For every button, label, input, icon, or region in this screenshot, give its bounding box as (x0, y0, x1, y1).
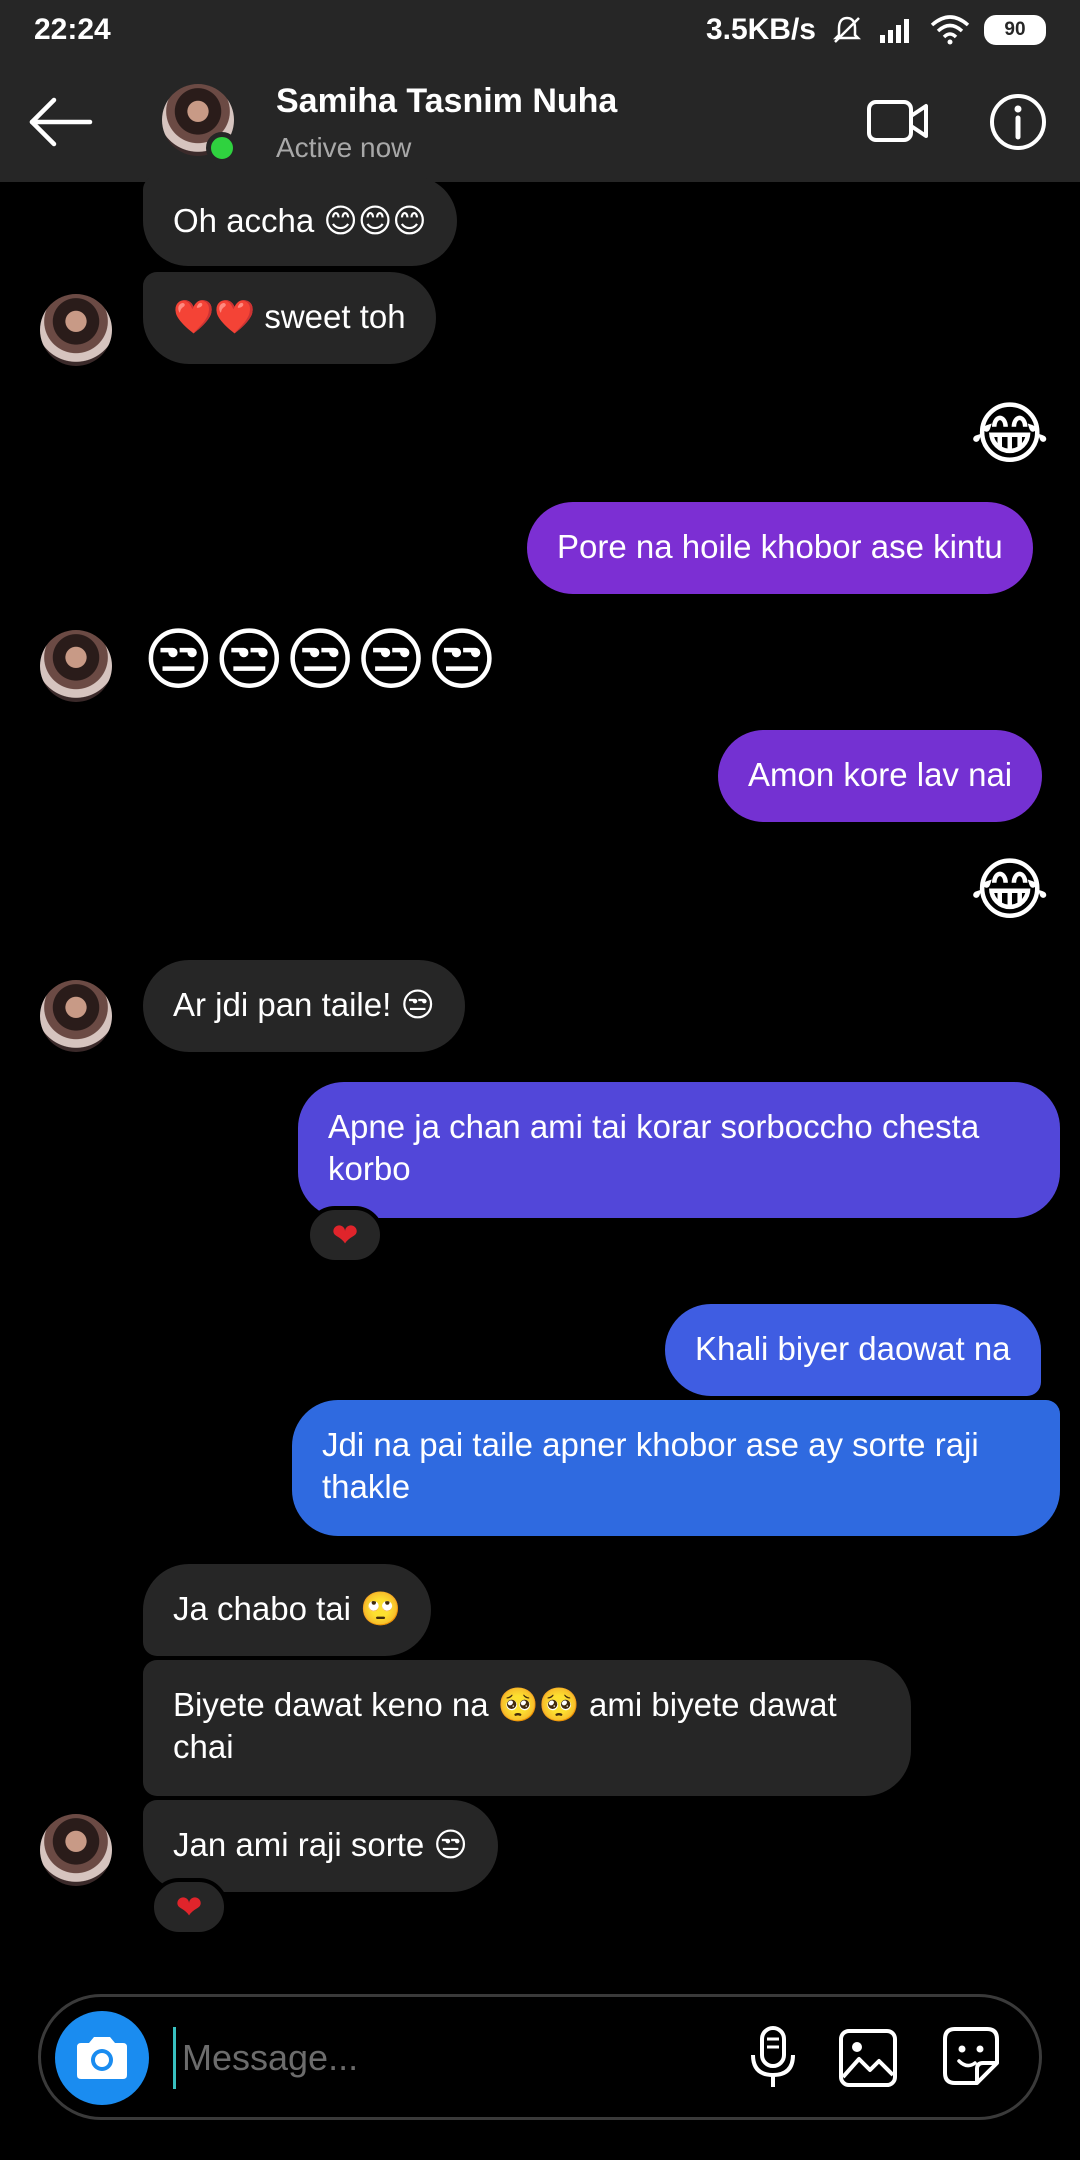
message-bubble[interactable]: Jdi na pai taile apner khobor ase ay sor… (292, 1400, 1060, 1536)
status-bar: 22:24 3.5KB/s 90 (0, 0, 1080, 60)
message-bubble[interactable]: Khali biyer daowat na (665, 1304, 1041, 1396)
chat-header: Samiha Tasnim Nuha Active now (0, 60, 1080, 182)
heart-reaction[interactable]: ❤ (306, 1206, 384, 1264)
message-bubble[interactable]: ❤️❤️ sweet toh (143, 272, 436, 364)
video-call-icon[interactable] (866, 96, 930, 146)
contact-status: Active now (276, 132, 412, 163)
heart-reaction[interactable]: ❤ (150, 1878, 228, 1936)
avatar[interactable] (40, 1814, 112, 1886)
battery-icon: 90 (984, 15, 1046, 45)
avatar[interactable] (40, 980, 112, 1052)
avatar[interactable] (40, 294, 112, 366)
emoji-message[interactable]: 😂 (970, 850, 1049, 930)
status-icons: 3.5KB/s 90 (706, 13, 1046, 47)
network-speed: 3.5KB/s (705, 13, 816, 46)
message-bubble[interactable]: Ar jdi pan taile! 😒 (143, 960, 465, 1052)
message-bubble[interactable]: Ja chabo tai 🙄 (143, 1564, 432, 1656)
message-bubble[interactable]: Amon kore lav nai (718, 730, 1043, 822)
gallery-icon[interactable] (837, 2027, 899, 2089)
online-indicator (206, 132, 238, 164)
avatar[interactable] (40, 630, 112, 702)
contact-name[interactable]: Samiha Tasnim Nuha (276, 82, 617, 121)
info-icon[interactable] (988, 92, 1048, 152)
message-bubble[interactable]: Apne ja chan ami tai korar sorboccho che… (298, 1082, 1060, 1218)
emoji-message[interactable]: 😒😒😒😒😒 (143, 620, 497, 700)
signal-icon (880, 19, 909, 43)
microphone-icon[interactable] (743, 2025, 803, 2091)
message-bubble[interactable]: Oh accha 😊😊😊 (143, 176, 457, 266)
message-bubble[interactable]: Pore na hoile khobor ase kintu (527, 502, 1033, 594)
message-input[interactable] (173, 2027, 733, 2089)
emoji-message[interactable]: 😂 (970, 394, 1049, 474)
back-arrow-icon[interactable] (24, 92, 96, 152)
sticker-icon[interactable] (939, 2025, 1003, 2089)
message-composer (38, 1994, 1042, 2120)
wifi-icon (930, 15, 970, 45)
contact-avatar[interactable] (162, 84, 238, 164)
camera-icon (77, 2037, 127, 2079)
mute-icon (832, 16, 862, 43)
status-time: 22:24 (34, 13, 111, 46)
message-bubble[interactable]: Biyete dawat keno na 🥺🥺 ami biyete dawat… (143, 1660, 911, 1796)
camera-button[interactable] (55, 2011, 149, 2105)
message-list: Oh accha 😊😊😊 ❤️❤️ sweet toh 😂 Pore na ho… (0, 176, 1080, 1982)
